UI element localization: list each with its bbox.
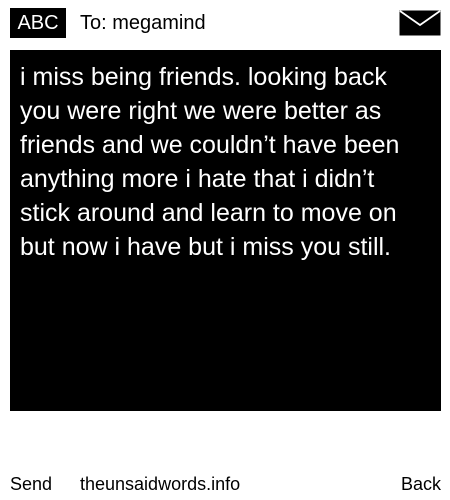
message-line: but now i have but i miss you still. xyxy=(20,233,391,261)
recipient-field[interactable]: To: megamind xyxy=(80,8,206,38)
message-body[interactable]: i miss being friends. looking back you w… xyxy=(10,50,441,411)
back-softkey[interactable]: Back xyxy=(401,473,441,495)
input-mode-badge[interactable]: ABC xyxy=(10,8,66,38)
message-line: anything more i hate that i didn’t xyxy=(20,165,375,193)
message-header: ABC To: megamind xyxy=(0,0,450,48)
message-line: friends and we couldn’t have been xyxy=(20,131,400,159)
message-line: i miss being friends. looking back xyxy=(20,63,387,91)
envelope-icon xyxy=(399,10,441,36)
send-softkey[interactable]: Send xyxy=(10,473,52,495)
site-label: theunsaidwords.info xyxy=(80,474,241,494)
message-line: stick around and learn to move on xyxy=(20,199,397,227)
message-text: i miss being friends. looking back you w… xyxy=(20,60,431,264)
message-line: you were right we were better as xyxy=(20,97,382,125)
